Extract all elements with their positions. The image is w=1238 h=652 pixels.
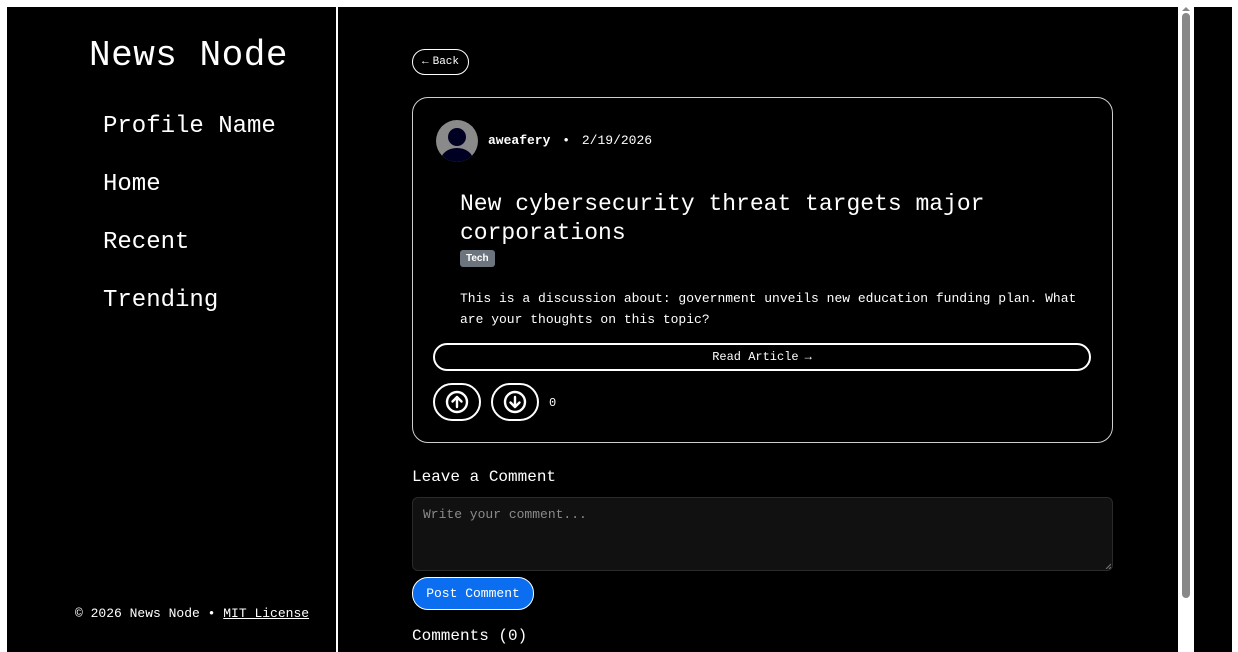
copyright-text: © 2026 News Node • — [75, 606, 216, 621]
back-button[interactable]: ← Back — [412, 49, 469, 75]
post-date: 2/19/2026 — [581, 133, 653, 148]
post-author[interactable]: aweafery — [488, 133, 550, 148]
read-article-button[interactable]: Read Article → — [433, 343, 1091, 371]
comments-heading: Comments (0) — [412, 627, 528, 645]
comment-form-heading: Leave a Comment — [412, 468, 557, 486]
brand-title[interactable]: News Node — [89, 35, 288, 76]
scroll-up-arrow-icon[interactable] — [1182, 7, 1190, 11]
comment-input[interactable] — [412, 497, 1113, 571]
nav-item-trending[interactable]: Trending — [103, 287, 218, 314]
meta-separator: • — [562, 133, 571, 148]
avatar[interactable] — [436, 120, 478, 162]
post-meta: aweafery • 2/19/2026 — [488, 133, 652, 148]
post-title: New cybersecurity threat targets major c… — [460, 191, 985, 246]
nav-item-profile[interactable]: Profile Name — [103, 113, 276, 140]
resize-handle-icon[interactable] — [1105, 563, 1111, 569]
arrow-right-icon: → — [804, 350, 812, 364]
nav-item-home[interactable]: Home — [103, 171, 161, 198]
arrow-left-icon: ← — [421, 56, 429, 68]
post-body: This is a discussion about: government u… — [460, 291, 1077, 327]
sidebar: News Node Profile Name Home Recent Trend… — [7, 7, 338, 652]
scrollbar-thumb[interactable] — [1182, 13, 1190, 598]
main-content: ← Back aweafery • 2/19/2026 New cybersec… — [338, 7, 1178, 652]
user-icon — [441, 128, 473, 162]
post-card: aweafery • 2/19/2026 New cybersecurity t… — [412, 97, 1113, 443]
license-link[interactable]: MIT License — [223, 606, 309, 621]
nav-item-recent[interactable]: Recent — [103, 229, 189, 256]
upvote-icon — [445, 390, 469, 414]
downvote-icon — [503, 390, 527, 414]
read-article-label: Read Article — [712, 350, 799, 364]
sidebar-footer: © 2026 News Node • MIT License — [75, 606, 309, 621]
category-tag[interactable]: Tech — [460, 250, 495, 267]
vote-count: 0 — [549, 396, 557, 410]
upvote-button[interactable] — [433, 383, 481, 421]
back-button-label: Back — [432, 56, 459, 68]
post-comment-button[interactable]: Post Comment — [412, 577, 534, 610]
app-frame: News Node Profile Name Home Recent Trend… — [7, 7, 1232, 652]
downvote-button[interactable] — [491, 383, 539, 421]
